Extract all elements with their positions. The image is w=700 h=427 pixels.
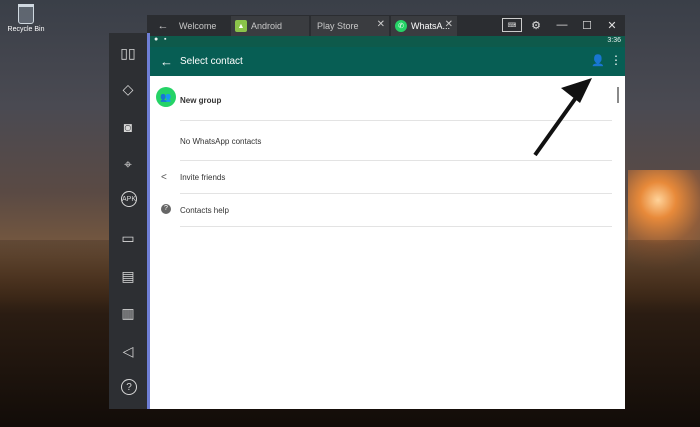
notification-status-icon: ▪ (164, 36, 167, 43)
list-item-new-group[interactable]: 👥 New group (150, 76, 625, 120)
camera-icon[interactable]: ◙ (118, 117, 138, 137)
share-icon: < (161, 172, 167, 183)
multi-window-icon[interactable]: ▯▯ (118, 43, 138, 63)
clipboard-icon[interactable]: ▥ (118, 303, 138, 323)
app-bar: ← Select contact 👤 ⋮ (150, 47, 625, 76)
list-item-label: Contacts help (180, 206, 229, 215)
list-item-label: Invite friends (180, 173, 226, 182)
recycle-bin-icon (18, 4, 34, 24)
recycle-bin[interactable]: Recycle Bin (4, 4, 48, 33)
status-time: 3:36 (607, 37, 621, 44)
back-arrow-icon[interactable]: ← (157, 20, 169, 32)
volume-icon[interactable]: ◁ (118, 341, 138, 361)
scrollbar[interactable] (617, 87, 619, 103)
close-window-icon[interactable]: ✕ (604, 17, 620, 33)
emulator-tab-bar: ← Welcome ▲ Android Play Store ✕ ✆ Whats… (147, 15, 625, 36)
tab-whatsapp[interactable]: ✆ WhatsA... ✕ (391, 16, 457, 36)
back-arrow-icon[interactable]: ← (160, 54, 173, 69)
add-contact-icon[interactable]: 👤 (591, 54, 605, 67)
tab-label: Android (251, 21, 283, 31)
list-item-label: New group (180, 96, 222, 105)
help-icon[interactable]: ? (121, 379, 137, 395)
contact-list: 👥 New group No WhatsApp contacts < Invit… (150, 76, 625, 409)
page-title: Select contact (180, 56, 243, 67)
recycle-bin-label: Recycle Bin (7, 26, 45, 33)
keyboard-icon[interactable]: ⌨ (502, 18, 522, 32)
location-status-icon: ● (154, 36, 159, 43)
help-circle-icon: ? (161, 204, 171, 214)
group-icon: 👥 (156, 87, 176, 107)
android-status-bar: ● ▪ 3:36 (150, 36, 625, 47)
whatsapp-icon: ✆ (395, 20, 407, 32)
folder-icon[interactable]: ▭ (118, 228, 138, 248)
close-icon[interactable]: ✕ (377, 19, 385, 30)
tab-play-store[interactable]: Play Store ✕ (311, 16, 389, 36)
android-icon: ▲ (235, 20, 247, 32)
rotate-icon[interactable]: ◇ (118, 79, 138, 99)
minimize-icon[interactable]: — (554, 17, 570, 33)
tab-welcome[interactable]: ← Welcome (153, 16, 229, 36)
tab-label: Play Store (317, 21, 359, 31)
tab-android[interactable]: ▲ Android (231, 16, 309, 36)
list-item-label: No WhatsApp contacts (180, 137, 262, 146)
emulator-side-toolbar: ▯▯ ◇ ◙ ⌖ APK ▭ ▤ ▥ ◁ ? (109, 33, 150, 409)
maximize-icon[interactable]: ☐ (579, 17, 595, 33)
copy-icon[interactable]: ▤ (118, 266, 138, 286)
apk-icon[interactable]: APK (121, 191, 137, 207)
divider (180, 226, 612, 227)
gear-icon[interactable]: ⚙ (528, 17, 544, 33)
close-icon[interactable]: ✕ (445, 19, 453, 30)
tab-label: Welcome (179, 21, 217, 31)
more-options-icon[interactable]: ⋮ (610, 53, 622, 67)
list-item-invite-friends[interactable]: < Invite friends (150, 161, 625, 193)
list-item-no-contacts: No WhatsApp contacts (150, 121, 625, 160)
location-icon[interactable]: ⌖ (118, 154, 138, 174)
list-item-contacts-help[interactable]: ? Contacts help (150, 194, 625, 226)
